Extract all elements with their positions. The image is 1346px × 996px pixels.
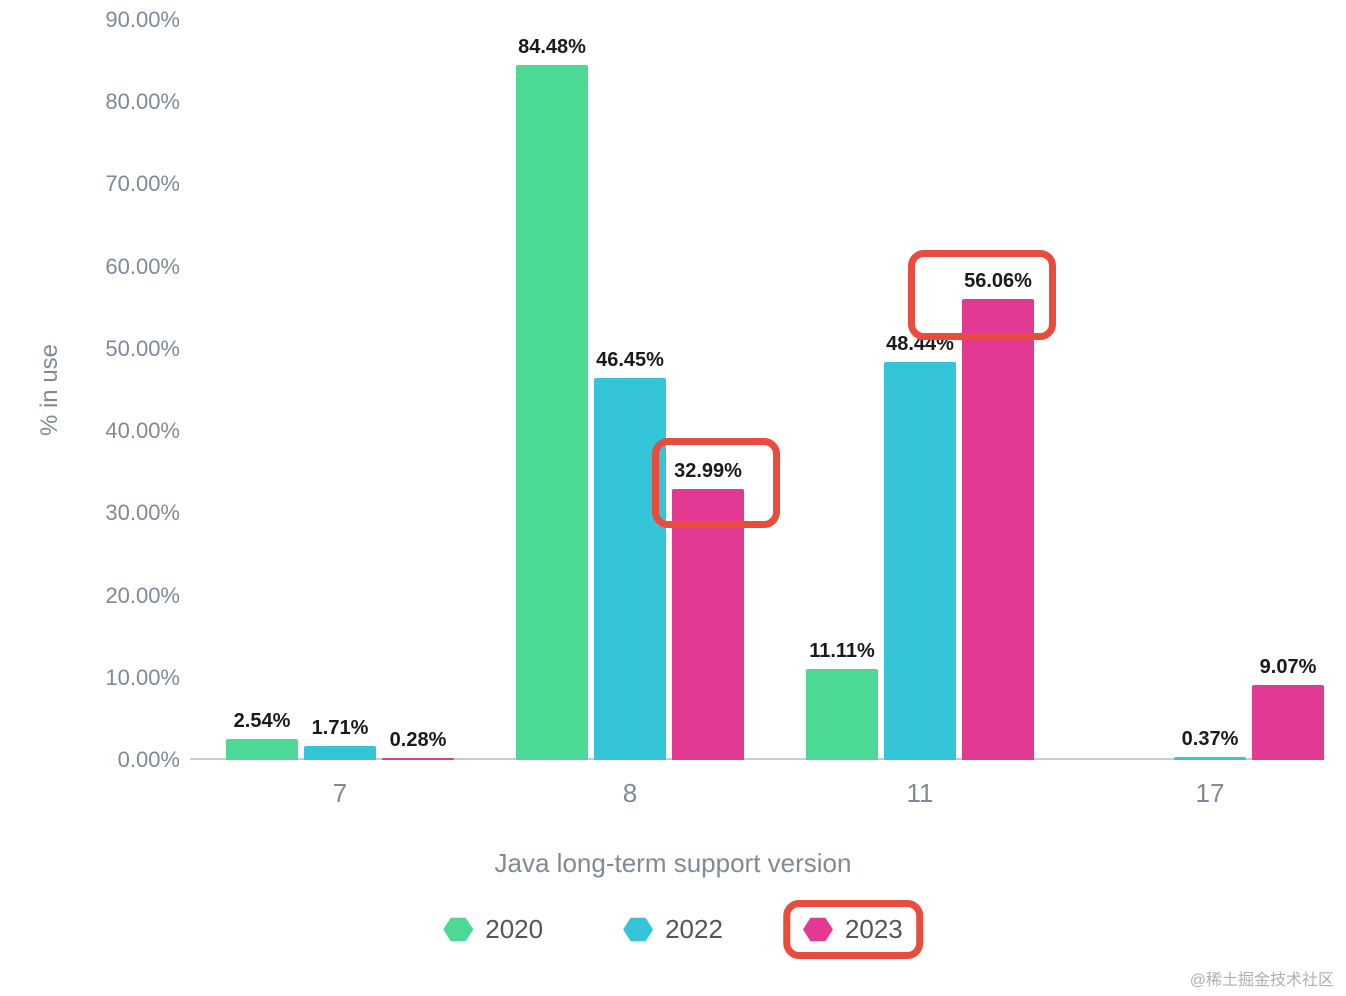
category-label-7: 7: [333, 778, 347, 809]
y-tick-30: 30.00%: [60, 500, 180, 526]
category-label-8: 8: [623, 778, 637, 809]
plot-area: 2.54% 1.71% 0.28% 7 84.48% 46.45% 32.99%…: [190, 20, 1320, 762]
legend-swatch-2020-icon: [443, 917, 473, 943]
category-label-11: 11: [907, 778, 934, 809]
bar-2020-8: 84.48%: [516, 65, 588, 760]
bar-2022-17: 0.37%: [1174, 757, 1246, 760]
y-tick-0: 0.00%: [60, 747, 180, 773]
legend-label-2020: 2020: [485, 914, 543, 945]
legend-label-2023: 2023: [845, 914, 903, 945]
category-group-11: 11.11% 48.44% 56.06% 11: [790, 20, 1050, 760]
bar-label-2022-11: 48.44%: [886, 333, 954, 356]
bar-label-2020-8: 84.48%: [518, 36, 586, 59]
bar-2020-7: 2.54%: [226, 739, 298, 760]
legend-item-2020[interactable]: 2020: [433, 910, 553, 949]
y-tick-70: 70.00%: [60, 171, 180, 197]
y-tick-50: 50.00%: [60, 336, 180, 362]
bar-2020-11: 11.11%: [806, 669, 878, 760]
bar-label-2020-7: 2.54%: [234, 710, 291, 733]
legend-item-2023[interactable]: 2023: [793, 910, 913, 949]
legend-swatch-2022-icon: [623, 917, 653, 943]
y-tick-60: 60.00%: [60, 254, 180, 280]
y-tick-90: 90.00%: [60, 7, 180, 33]
y-tick-40: 40.00%: [60, 418, 180, 444]
bar-2023-17: 9.07%: [1252, 685, 1324, 760]
bar-label-2022-8: 46.45%: [596, 349, 664, 372]
category-group-7: 2.54% 1.71% 0.28% 7: [210, 20, 470, 760]
bar-2022-8: 46.45%: [594, 378, 666, 760]
bar-label-2023-7: 0.28%: [390, 729, 447, 752]
y-tick-80: 80.00%: [60, 89, 180, 115]
y-tick-10: 10.00%: [60, 665, 180, 691]
category-group-17: 0.37% 9.07% 17: [1080, 20, 1340, 760]
legend-item-2022[interactable]: 2022: [613, 910, 733, 949]
chart-container: % in use 90.00% 80.00% 70.00% 60.00% 50.…: [60, 20, 1320, 780]
x-axis-label: Java long-term support version: [495, 848, 852, 879]
bar-2022-7: 1.71%: [304, 746, 376, 760]
category-label-17: 17: [1196, 778, 1225, 809]
bar-2023-8: 32.99%: [672, 489, 744, 760]
bar-label-2020-11: 11.11%: [809, 640, 875, 663]
bar-label-2022-17: 0.37%: [1182, 728, 1239, 751]
bar-2023-11: 56.06%: [962, 299, 1034, 760]
bar-2023-7: 0.28%: [382, 758, 454, 760]
legend-label-2022: 2022: [665, 914, 723, 945]
category-group-8: 84.48% 46.45% 32.99% 8: [500, 20, 760, 760]
legend-swatch-2023-icon: [803, 917, 833, 943]
legend: 2020 2022 2023: [433, 910, 913, 949]
watermark: @稀土掘金技术社区: [1190, 966, 1334, 990]
y-tick-20: 20.00%: [60, 583, 180, 609]
bar-label-2023-8: 32.99%: [674, 460, 742, 483]
bar-2022-11: 48.44%: [884, 362, 956, 760]
bar-label-2022-7: 1.71%: [312, 717, 369, 740]
bar-label-2023-11: 56.06%: [964, 270, 1032, 293]
bar-label-2023-17: 9.07%: [1260, 656, 1317, 679]
